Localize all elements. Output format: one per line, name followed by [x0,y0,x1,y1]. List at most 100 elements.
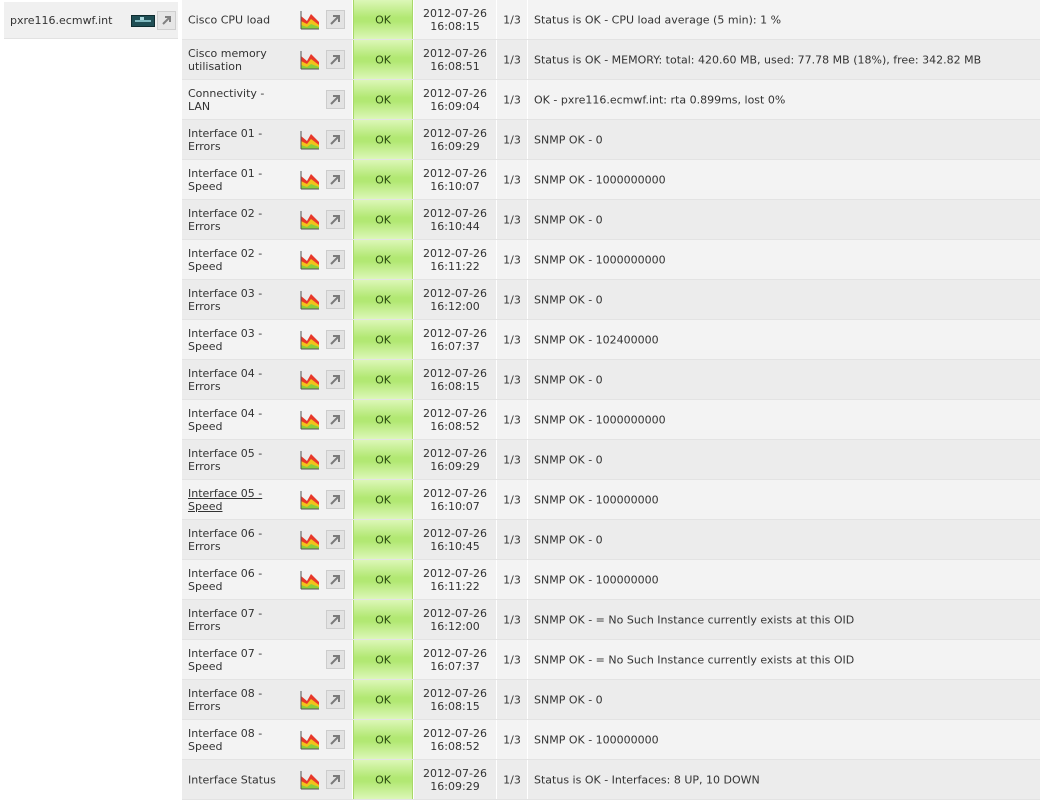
external-link-icon[interactable] [326,609,345,629]
service-name-link[interactable]: Interface 04 - Speed [188,407,288,433]
attempt-text: 1/3 [503,533,521,546]
service-row: Interface 02 - Speed OK 2012-07-26 16:11… [182,240,1040,280]
attempt-cell: 1/3 [497,200,527,239]
status-info-text: SNMP OK - 0 [534,373,603,386]
service-name-link[interactable]: Cisco memory utilisation [188,47,288,73]
graph-icon[interactable] [300,570,320,590]
service-name-link[interactable]: Interface 01 - Errors [188,127,288,153]
service-row: Interface 07 - Errors OK 2012-07-26 16:12… [182,600,1040,640]
graph-icon[interactable] [300,10,320,30]
external-link-icon[interactable] [326,369,345,389]
attempt-cell: 1/3 [497,0,527,39]
status-info-cell: SNMP OK - 1000000000 [528,160,1040,199]
status-badge: OK [353,200,413,239]
attempt-text: 1/3 [503,53,521,66]
last-check-time: 2012-07-26 16:11:22 [414,567,496,593]
external-link-icon[interactable] [326,9,345,29]
service-row: Interface 04 - Speed OK 2012-07-26 16:08… [182,400,1040,440]
last-check-time-part: 16:12:00 [430,619,480,633]
attempt-cell: 1/3 [497,360,527,399]
attempt-text: 1/3 [503,773,521,786]
external-link-icon[interactable] [326,209,345,229]
external-link-icon[interactable] [326,529,345,549]
status-badge: OK [353,120,413,159]
graph-icon[interactable] [300,330,320,350]
service-name-link[interactable]: Interface 07 - Errors [188,607,288,633]
service-name-link[interactable]: Interface 01 - Speed [188,167,288,193]
service-name-link[interactable]: Interface Status [188,773,288,786]
attempt-cell: 1/3 [497,680,527,719]
external-link-icon[interactable] [326,689,345,709]
last-check-date-part: 2012-07-26 [423,46,487,60]
graph-icon[interactable] [300,410,320,430]
graph-icon[interactable] [300,530,320,550]
service-name-link[interactable]: Interface 07 - Speed [188,647,288,673]
service-name-link[interactable]: Interface 02 - Speed [188,247,288,273]
external-link-icon[interactable] [326,409,345,429]
external-link-icon[interactable] [326,729,345,749]
external-link-icon[interactable] [326,289,345,309]
status-badge: OK [353,720,413,759]
status-info-text: SNMP OK - 0 [534,133,603,146]
attempt-cell: 1/3 [497,40,527,79]
graph-icon[interactable] [300,250,320,270]
service-name-link[interactable]: Interface 06 - Speed [188,567,288,593]
last-check-time-part: 16:10:44 [430,219,480,233]
graph-icon[interactable] [300,130,320,150]
external-link-icon[interactable] [326,249,345,269]
service-name-link[interactable]: Interface 03 - Speed [188,327,288,353]
service-cell: Interface 08 - Errors [182,680,352,719]
last-check-time-part: 16:08:15 [430,379,480,393]
service-row: Interface 01 - Speed OK 2012-07-26 16:10… [182,160,1040,200]
graph-icon[interactable] [300,170,320,190]
service-name-link[interactable]: Interface 05 - Errors [188,447,288,473]
external-link-icon[interactable] [326,649,345,669]
graph-icon[interactable] [300,490,320,510]
graph-icon[interactable] [300,50,320,70]
graph-icon[interactable] [300,690,320,710]
graph-icon[interactable] [300,730,320,750]
attempt-text: 1/3 [503,173,521,186]
attempt-cell: 1/3 [497,640,527,679]
last-check-date-part: 2012-07-26 [423,526,487,540]
graph-icon[interactable] [300,370,320,390]
external-link-icon[interactable] [326,169,345,189]
service-name-link[interactable]: Connectivity - LAN [188,87,288,113]
host-name[interactable]: pxre116.ecmwf.int [10,14,112,27]
last-check-cell: 2012-07-26 16:09:29 [414,440,496,479]
status-info-cell: Status is OK - MEMORY: total: 420.60 MB,… [528,40,1040,79]
external-link-icon[interactable] [326,449,345,469]
external-link-icon[interactable] [326,769,345,789]
external-link-icon[interactable] [326,129,345,149]
service-name-link[interactable]: Interface 03 - Errors [188,287,288,313]
last-check-cell: 2012-07-26 16:08:51 [414,40,496,79]
status-badge: OK [353,440,413,479]
service-name-link[interactable]: Interface 08 - Errors [188,687,288,713]
graph-icon[interactable] [300,450,320,470]
external-link-icon[interactable] [326,329,345,349]
service-cell: Interface 03 - Speed [182,320,352,359]
service-name-link[interactable]: Interface 08 - Speed [188,727,288,753]
status-text: OK [375,413,391,426]
service-name-link[interactable]: Interface 04 - Errors [188,367,288,393]
status-info-text: SNMP OK - 0 [534,293,603,306]
external-link-icon[interactable] [326,569,345,589]
status-text: OK [375,253,391,266]
service-cell: Connectivity - LAN [182,80,352,119]
external-link-icon[interactable] [326,89,345,109]
graph-icon[interactable] [300,770,320,790]
graph-icon[interactable] [300,210,320,230]
service-name-link[interactable]: Interface 05 - Speed [188,487,288,513]
graph-icon[interactable] [300,290,320,310]
service-name-link[interactable]: Cisco CPU load [188,13,288,26]
external-link-icon[interactable] [326,489,345,509]
service-name-link[interactable]: Interface 02 - Errors [188,207,288,233]
last-check-time: 2012-07-26 16:12:00 [414,287,496,313]
last-check-cell: 2012-07-26 16:11:22 [414,240,496,279]
status-info-text: SNMP OK - 0 [534,453,603,466]
external-link-icon[interactable] [326,49,345,69]
status-info-text: SNMP OK - 0 [534,693,603,706]
external-link-icon[interactable] [157,11,176,30]
service-name-link[interactable]: Interface 06 - Errors [188,527,288,553]
status-info-text: Status is OK - CPU load average (5 min):… [534,13,782,26]
